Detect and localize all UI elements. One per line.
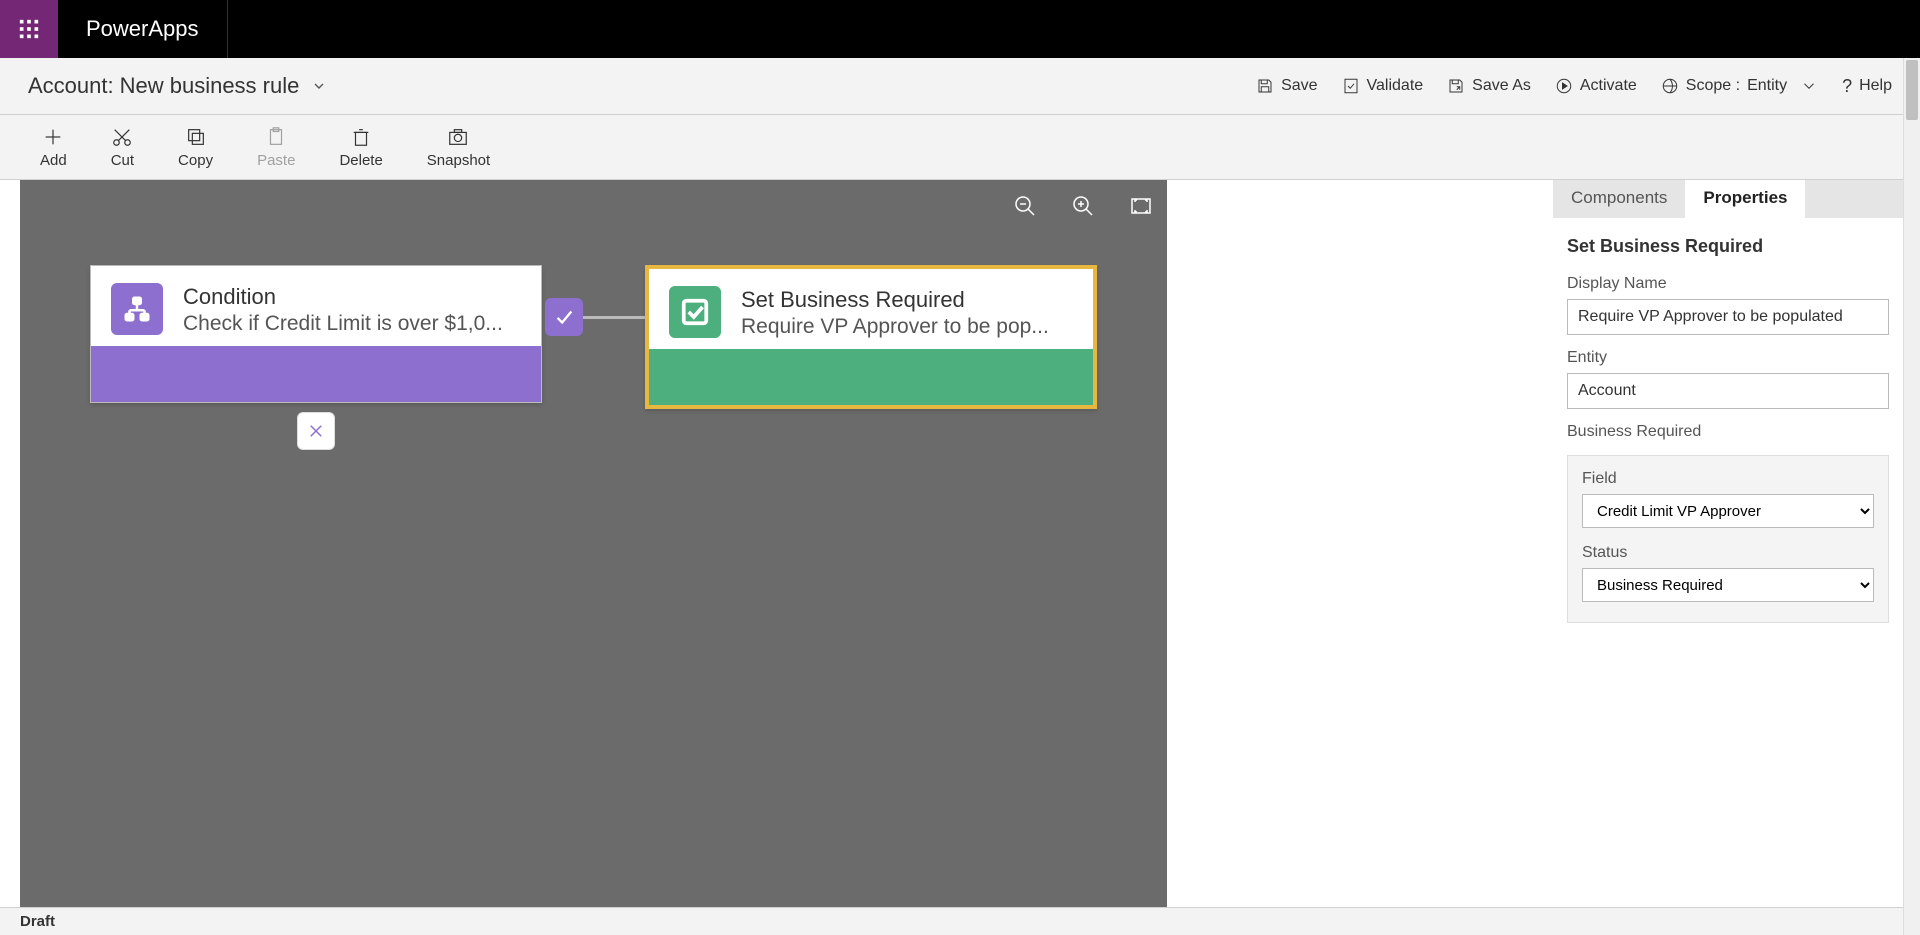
scope-icon [1661, 77, 1679, 95]
save-icon [1256, 77, 1274, 95]
save-button[interactable]: Save [1256, 77, 1317, 95]
zoom-out-icon[interactable] [1013, 194, 1037, 218]
status-text: Draft [20, 913, 55, 930]
condition-title: Condition [183, 282, 503, 312]
canvas-tools [1013, 194, 1153, 218]
panel-tabs: Components Properties [1553, 180, 1903, 218]
breadcrumb-name: New business rule [120, 73, 300, 99]
scope-value: Entity [1747, 77, 1787, 95]
snapshot-button[interactable]: Snapshot [427, 126, 490, 169]
designer-canvas[interactable]: Condition Check if Credit Limit is over … [20, 180, 1167, 907]
delete-button[interactable]: Delete [339, 126, 382, 169]
fit-screen-icon[interactable] [1129, 194, 1153, 218]
field-select[interactable]: Credit Limit VP Approver [1582, 494, 1874, 528]
scope-label: Scope : [1686, 77, 1740, 95]
validate-label: Validate [1367, 77, 1424, 95]
chevron-down-icon [1800, 77, 1818, 95]
chevron-down-icon [311, 78, 327, 94]
properties-panel: Components Properties Set Business Requi… [1553, 180, 1903, 907]
copy-button[interactable]: Copy [178, 126, 213, 169]
section-label: Business Required [1567, 423, 1889, 441]
zoom-in-icon[interactable] [1071, 194, 1095, 218]
breadcrumb[interactable]: Account: New business rule [28, 73, 327, 99]
edit-toolbar: Add Cut Copy Paste Delete Snapshot [0, 115, 1920, 180]
add-label: Add [40, 152, 67, 169]
add-button[interactable]: Add [40, 126, 67, 169]
status-select[interactable]: Business Required [1582, 568, 1874, 602]
save-label: Save [1281, 77, 1317, 95]
display-name-input[interactable] [1567, 299, 1889, 335]
display-name-label: Display Name [1567, 275, 1889, 293]
condition-true-port[interactable] [545, 298, 583, 336]
help-icon: ? [1842, 76, 1852, 97]
action-bar: Account: New business rule Save Validate… [0, 58, 1920, 115]
validate-button[interactable]: Validate [1342, 77, 1424, 95]
action-subtitle: Require VP Approver to be pop... [741, 315, 1049, 339]
paste-label: Paste [257, 152, 295, 169]
canvas-wrap: Condition Check if Credit Limit is over … [0, 180, 1539, 907]
page-scrollbar[interactable] [1903, 58, 1920, 935]
saveas-label: Save As [1472, 77, 1531, 95]
main-area: Condition Check if Credit Limit is over … [0, 180, 1920, 907]
plus-icon [42, 126, 64, 148]
copy-label: Copy [178, 152, 213, 169]
delete-label: Delete [339, 152, 382, 169]
cut-button[interactable]: Cut [111, 126, 134, 169]
saveas-icon [1447, 77, 1465, 95]
action-footer [649, 349, 1093, 405]
action-title: Set Business Required [741, 285, 1049, 315]
waffle-icon [18, 18, 40, 40]
tab-components[interactable]: Components [1553, 180, 1685, 218]
condition-false-port[interactable] [297, 412, 335, 450]
activate-label: Activate [1580, 77, 1637, 95]
scissors-icon [111, 126, 133, 148]
paste-button: Paste [257, 126, 295, 169]
entity-label: Entity [1567, 349, 1889, 367]
action-icon [669, 286, 721, 338]
validate-icon [1342, 77, 1360, 95]
status-bar: Draft [0, 907, 1920, 935]
entity-input [1567, 373, 1889, 409]
cut-label: Cut [111, 152, 134, 169]
scrollbar-thumb[interactable] [1906, 60, 1918, 120]
top-bar: PowerApps [0, 0, 1920, 58]
status-label: Status [1582, 544, 1874, 562]
condition-icon [111, 283, 163, 335]
action-node-selected[interactable]: Set Business Required Require VP Approve… [645, 265, 1097, 409]
scope-selector[interactable]: Scope : Entity [1661, 77, 1818, 95]
help-button[interactable]: ? Help [1842, 76, 1892, 97]
paste-icon [265, 126, 287, 148]
condition-subtitle: Check if Credit Limit is over $1,0... [183, 312, 503, 336]
field-label: Field [1582, 470, 1874, 488]
camera-icon [447, 126, 469, 148]
activate-button[interactable]: Activate [1555, 77, 1637, 95]
copy-icon [185, 126, 207, 148]
breadcrumb-entity: Account: [28, 73, 114, 99]
close-icon [307, 422, 325, 440]
condition-node[interactable]: Condition Check if Credit Limit is over … [90, 265, 542, 403]
app-name: PowerApps [58, 0, 228, 58]
snapshot-label: Snapshot [427, 152, 490, 169]
connector-line [583, 316, 645, 319]
panel-title: Set Business Required [1567, 236, 1889, 257]
tab-properties[interactable]: Properties [1685, 180, 1805, 218]
business-required-fieldset: Field Credit Limit VP Approver Status Bu… [1567, 455, 1889, 623]
help-label: Help [1859, 77, 1892, 95]
check-icon [553, 306, 575, 328]
condition-footer [91, 346, 541, 402]
trash-icon [350, 126, 372, 148]
activate-icon [1555, 77, 1573, 95]
app-launcher-button[interactable] [0, 0, 58, 58]
saveas-button[interactable]: Save As [1447, 77, 1531, 95]
